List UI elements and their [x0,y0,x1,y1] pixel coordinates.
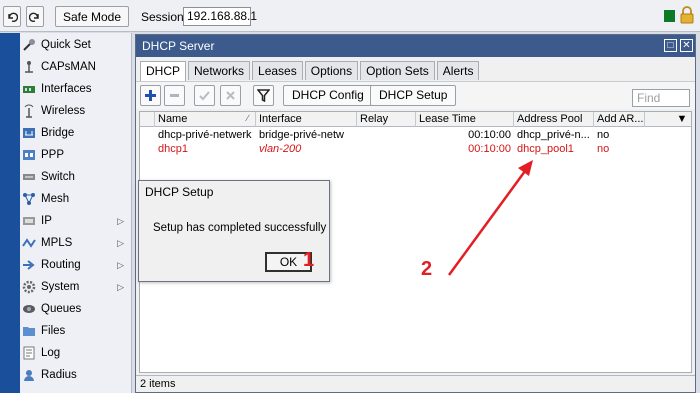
annotation-arrow [447,160,533,276]
